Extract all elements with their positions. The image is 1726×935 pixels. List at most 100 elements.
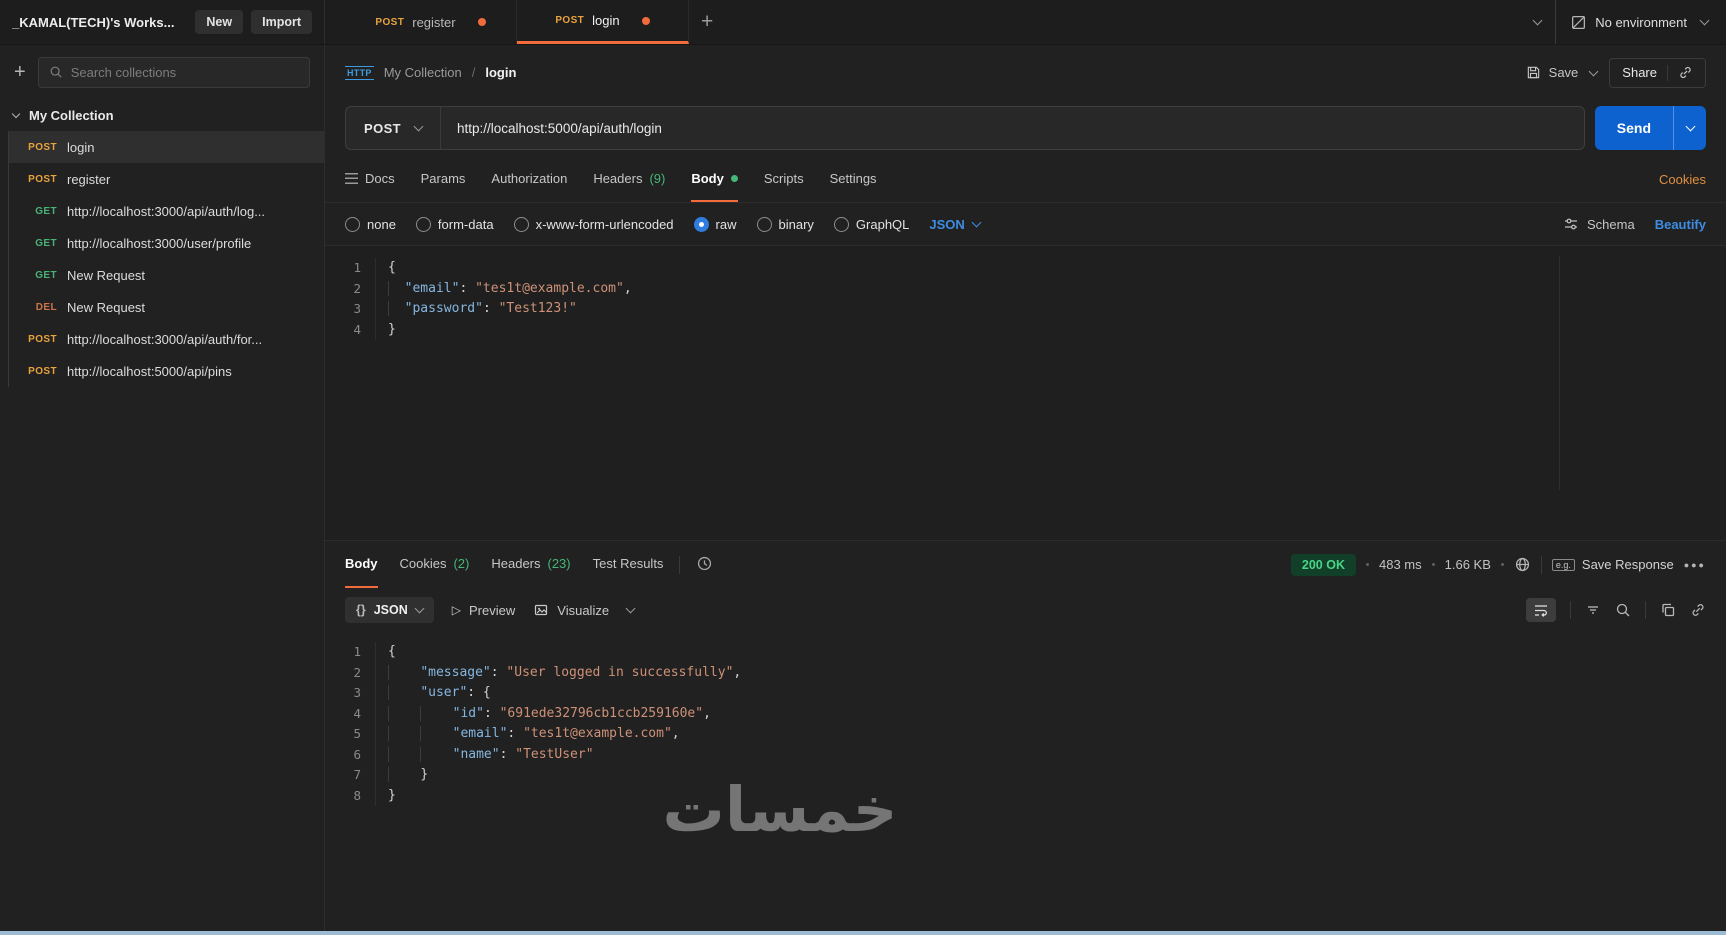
sidebar-request-register[interactable]: POST register [9,163,324,195]
tab-label: Params [420,170,466,186]
share-button[interactable]: Share [1622,65,1657,80]
sidebar-request-new-request[interactable]: GET New Request [9,259,324,291]
body-type-none[interactable]: none [345,216,396,232]
word-wrap-button[interactable] [1526,598,1556,622]
breadcrumb-collection[interactable]: My Collection [384,65,462,80]
language-chevron-icon [971,217,982,228]
body-type-form-data[interactable]: form-data [415,216,494,232]
search-input[interactable] [70,64,299,80]
tab-label: Body [691,170,724,186]
tab-label: Docs [365,170,395,186]
collection-expand-icon[interactable] [11,109,21,118]
format-chevron-icon [414,603,425,614]
method-selector[interactable]: POST [346,107,440,149]
language-selector[interactable]: JSON [929,217,982,232]
tab-params[interactable]: Params [421,156,466,202]
request-tab-login[interactable]: POST login [517,0,689,44]
request-name: register [67,171,111,187]
search-response-icon[interactable] [1615,602,1631,618]
view-options-chevron-icon[interactable] [625,603,636,614]
tab-settings[interactable]: Settings [830,156,877,202]
request-method-label: POST [28,365,57,377]
body-type-graphql[interactable]: GraphQL [833,216,910,232]
docs-icon [345,172,358,184]
code-line: 5 "email": "tes1t@example.com", [325,724,1726,745]
tab-label: Scripts [763,170,804,186]
tab-count: (2) [453,556,470,571]
visualize-image-icon [535,604,548,616]
tab-overflow-chevron-icon[interactable] [1532,15,1543,26]
save-options-chevron-icon[interactable] [1588,66,1599,76]
sidebar-request-http-localhost-5000-api-pins[interactable]: POST http://localhost:5000/api/pins [9,355,324,387]
visualize-button[interactable]: Visualize [533,602,609,618]
copy-icon[interactable] [1660,602,1676,618]
sidebar-request-new-request[interactable]: DEL New Request [9,291,324,323]
sidebar-add-button[interactable]: + [14,61,26,84]
share-group: Share [1609,57,1706,88]
response-body-editor[interactable]: 1{2 "message": "User logged in successfu… [325,632,1726,931]
breadcrumb-separator: / [471,65,476,80]
more-actions-button[interactable]: ●●● [1684,560,1706,570]
cookies-link[interactable]: Cookies [1659,172,1706,187]
beautify-link[interactable]: Beautify [1655,217,1706,232]
tab-authorization[interactable]: Authorization [491,156,567,202]
postman-app: _KAMAL(TECH)'s Works... New Import POST r… [0,0,1726,935]
tab-body[interactable]: Body [345,541,378,588]
save-response-button[interactable]: e.g. Save Response [1551,557,1674,572]
link-icon[interactable] [1690,602,1706,618]
request-method-label: POST [28,173,57,185]
network-info-icon[interactable] [1514,556,1531,573]
tab-test-results[interactable]: Test Results [593,541,664,588]
tab-cookies[interactable]: Cookies (2) [400,541,470,588]
collection-tree: POST login POST register GET http://localhost… [8,131,324,387]
tab-scripts[interactable]: Scripts [764,156,804,202]
preview-button[interactable]: ▷ Preview [452,603,515,618]
tab-body[interactable]: Body [691,156,738,202]
new-button[interactable]: New [195,10,244,34]
history-icon[interactable] [696,555,713,575]
response-format-label: JSON [373,603,408,617]
response-toolbar: {} JSON ▷ Preview Visualize [325,588,1726,632]
environment-selector[interactable]: No environment [1570,14,1687,31]
tab-docs[interactable]: Docs [345,156,395,202]
response-format-selector[interactable]: {} JSON [345,597,434,623]
workspace-name[interactable]: _KAMAL(TECH)'s Works... [12,15,187,30]
request-method-label: GET [35,237,57,249]
body-type-x-www-form-urlencoded[interactable]: x-www-form-urlencoded [513,216,674,232]
save-button[interactable]: Save [1526,65,1579,80]
tab-headers[interactable]: Headers (23) [491,541,570,588]
body-type-label: none [367,216,396,232]
save-label: Save [1548,65,1579,80]
schema-button[interactable]: Schema [1563,216,1635,232]
url-input[interactable] [441,120,1584,136]
import-button[interactable]: Import [251,10,312,34]
body-type-binary[interactable]: binary [756,216,814,232]
url-bar: POST [345,106,1585,150]
body-type-label: GraphQL [855,216,910,232]
code-line: 6 "name": "TestUser" [325,744,1726,765]
unsaved-changes-dot [477,18,486,26]
code-line: 4 "id": "691ede32796cb1ccb259160e", [325,703,1726,724]
search-box[interactable] [37,56,310,88]
sidebar-request-http-localhost-3000-api-auth[interactable]: GET http://localhost:3000/api/auth/log... [9,195,324,227]
collection-header[interactable]: My Collection [0,99,324,131]
divider [1667,64,1668,81]
environment-chevron-icon[interactable] [1699,15,1710,26]
tab-label: Cookies [399,556,447,571]
body-type-raw[interactable]: raw [693,216,737,232]
workspace-section: _KAMAL(TECH)'s Works... New Import [0,0,325,44]
send-button[interactable]: Send [1594,106,1706,150]
tab-headers[interactable]: Headers (9) [593,156,665,202]
send-options-chevron-icon[interactable] [1673,106,1706,150]
code-line: 1{ [325,642,1726,663]
request-body-editor[interactable]: 1{2 "email": "tes1t@example.com", 3 "pass… [325,245,1726,540]
sidebar-request-http-localhost-3000-api-auth[interactable]: POST http://localhost:3000/api/auth/for..… [9,323,324,355]
line-number: 1 [353,644,361,659]
sidebar-request-http-localhost-3000-user-pro[interactable]: GET http://localhost:3000/user/profile [9,227,324,259]
filter-icon[interactable] [1585,602,1601,618]
code-line: 7 } [325,765,1726,786]
new-tab-button[interactable]: + [689,0,725,44]
copy-link-icon[interactable] [1678,65,1693,80]
sidebar-request-login[interactable]: POST login [9,131,324,163]
request-tab-register[interactable]: POST register [345,0,517,44]
